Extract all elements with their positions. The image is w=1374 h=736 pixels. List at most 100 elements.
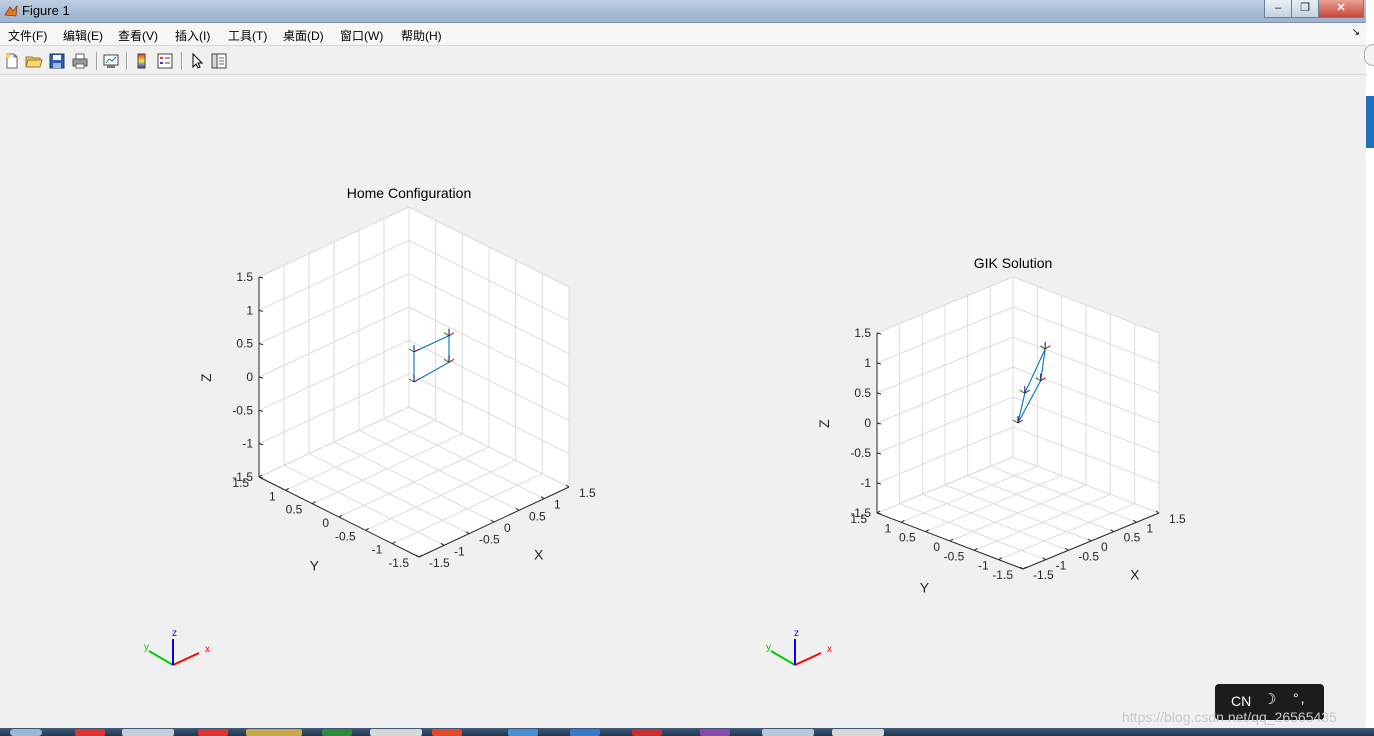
close-button[interactable]: ✕ [1318,0,1364,18]
edge-circle-button[interactable] [1364,44,1374,66]
menu-help[interactable]: 帮助(H) [401,27,442,44]
z-tick-label: 0 [864,416,871,430]
taskbar-app[interactable] [632,729,662,736]
triad-x-label: x [827,644,832,655]
z-tick-label: 1 [864,356,871,370]
z-tick-label: -0.5 [232,403,253,417]
toolbar-separator [96,52,98,70]
z-tick-label: 0.5 [854,386,871,400]
plot-title: GIK Solution [974,255,1053,271]
x-tick-label: 0.5 [1124,531,1141,545]
edge-side-tab[interactable] [1366,96,1374,148]
taskbar-app[interactable] [198,729,228,736]
x-tick-label: -1 [1056,559,1067,573]
triad-y-arrow [148,650,174,666]
triad-x-arrow [794,652,822,666]
triad-x-label: x [205,644,210,655]
watermark-text: https://blog.csdn.net/qq_26565435 [1122,709,1337,725]
taskbar-app[interactable] [75,729,105,736]
y-tick-label: -0.5 [944,549,965,563]
menu-window[interactable]: 窗口(W) [340,27,383,44]
moon-icon: ☽ [1263,691,1277,708]
triad-y-label: y [144,642,149,653]
colorbar-icon[interactable] [133,52,151,70]
start-button[interactable] [10,729,42,736]
z-tick-label: 0.5 [236,337,253,351]
z-tick-label: -1.5 [232,470,253,484]
z-tick-label: 0 [246,370,253,384]
screen-right-edge [1364,0,1374,736]
y-tick-label: -1 [372,543,383,557]
taskbar-app[interactable] [122,729,174,736]
matlab-app-icon [4,4,18,17]
menu-file[interactable]: 文件(F) [8,27,47,44]
y-tick-label: -0.5 [335,529,356,543]
z-tick-label: 1 [246,303,253,317]
triad-z-label: z [794,628,799,639]
plot-title: Home Configuration [347,185,472,201]
z-tick-label: -1 [242,437,253,451]
new-figure-icon[interactable] [3,52,21,70]
y-axis-label: Y [310,557,320,573]
taskbar-app[interactable] [370,729,422,736]
menu-view[interactable]: 查看(V) [118,27,158,44]
window-title: Figure 1 [22,3,70,18]
y-tick-label: 0 [933,540,940,554]
z-tick-label: -0.5 [850,446,871,460]
window-controls: ‒ ❐ ✕ [1264,0,1364,18]
triad-y-label: y [766,642,771,653]
taskbar-app[interactable] [246,729,302,736]
y-tick-label: 0.5 [286,503,303,517]
menu-desktop[interactable]: 桌面(D) [283,27,324,44]
menubar: 文件(F) 编辑(E) 查看(V) 插入(I) 工具(T) 桌面(D) 窗口(W… [0,23,1366,46]
taskbar-app[interactable] [700,729,730,736]
plot-browser-icon[interactable] [210,52,228,70]
menu-edit[interactable]: 编辑(E) [63,27,103,44]
menu-tools[interactable]: 工具(T) [228,27,267,44]
y-axis-label: Y [920,580,930,596]
x-tick-label: 1 [554,498,561,512]
ime-punctuation-label: °, [1293,690,1307,706]
y-tick-label: 1 [269,489,276,503]
taskbar-app[interactable] [832,729,884,736]
y-tick-label: 0.5 [899,531,916,545]
taskbar-app[interactable] [570,729,600,736]
x-tick-label: -1 [454,544,465,558]
menu-insert[interactable]: 插入(I) [175,27,210,44]
x-tick-label: -1.5 [1033,568,1054,582]
z-tick-label: 1.5 [854,326,871,340]
window-titlebar: Figure 1 ‒ ❐ ✕ [0,0,1374,23]
y-tick-label: 0 [322,516,329,530]
save-icon[interactable] [48,52,66,70]
z-tick-label: -1.5 [850,506,871,520]
legend-icon[interactable] [156,52,174,70]
edit-plot-pointer-icon[interactable] [188,52,206,70]
figure-canvas[interactable]: -1.5-1-0.500.511.5-1.5-1-0.500.511.5-1.5… [0,75,1366,728]
x-tick-label: 0 [1101,540,1108,554]
ime-language-label: CN [1231,693,1252,709]
z-axis-label: Z [198,373,214,382]
minimize-button[interactable]: ‒ [1264,0,1292,18]
triad-x-arrow [172,652,200,666]
taskbar-app[interactable] [322,729,352,736]
maximize-button[interactable]: ❐ [1291,0,1319,18]
x-axis-label: X [1130,566,1140,582]
taskbar-app[interactable] [432,729,462,736]
x-tick-label: 0 [504,521,511,535]
taskbar-app[interactable] [508,729,538,736]
menubar-overflow-arrow-icon[interactable]: ↘ [1352,27,1360,38]
y-tick-label: -1.5 [992,568,1013,582]
x-tick-label: -1.5 [429,556,450,570]
open-file-icon[interactable] [25,52,43,70]
y-tick-label: -1 [978,559,989,573]
y-tick-label: 1 [885,521,892,535]
toolbar-separator [181,52,183,70]
x-tick-label: 0.5 [529,509,546,523]
z-tick-label: -1 [860,476,871,490]
link-plot-icon[interactable] [102,52,120,70]
windows-taskbar [0,728,1374,736]
x-axis-label: X [534,546,544,562]
taskbar-app[interactable] [762,729,814,736]
print-icon[interactable] [71,52,89,70]
x-tick-label: 1.5 [579,486,596,500]
